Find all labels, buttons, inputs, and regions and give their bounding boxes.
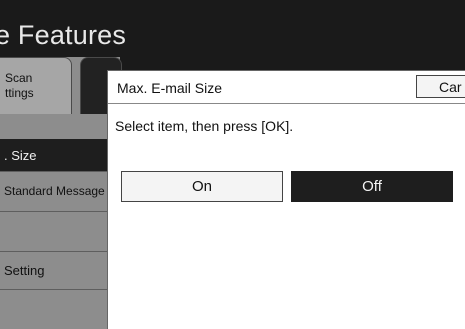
dialog-title: Max. E-mail Size <box>117 80 223 96</box>
device-frame: e Features Scan ttings . Size Standard M… <box>0 0 465 329</box>
sidebar-item-blank-1[interactable] <box>0 212 120 252</box>
option-on-button[interactable]: On <box>121 171 283 202</box>
tab-scan-settings-label: Scan ttings <box>5 71 34 100</box>
option-off-button[interactable]: Off <box>291 171 453 202</box>
tab-scan-settings[interactable]: Scan ttings <box>0 57 72 114</box>
instruction-text: Select item, then press [OK]. <box>115 118 294 134</box>
page-title: e Features <box>0 20 127 50</box>
sidebar-item-standard-message[interactable]: Standard Message <box>0 172 120 212</box>
cancel-button[interactable]: Car <box>416 75 465 98</box>
sidebar-item-size[interactable]: . Size <box>0 139 120 172</box>
dialog-header: Max. E-mail Size Car <box>108 71 465 104</box>
touch-screen: e Features Scan ttings . Size Standard M… <box>0 0 465 329</box>
setting-dialog: Max. E-mail Size Car Select item, then p… <box>107 70 465 329</box>
sidebar-item-blank-2[interactable] <box>0 290 120 329</box>
sidebar-item-setting[interactable]: Setting <box>0 252 120 290</box>
